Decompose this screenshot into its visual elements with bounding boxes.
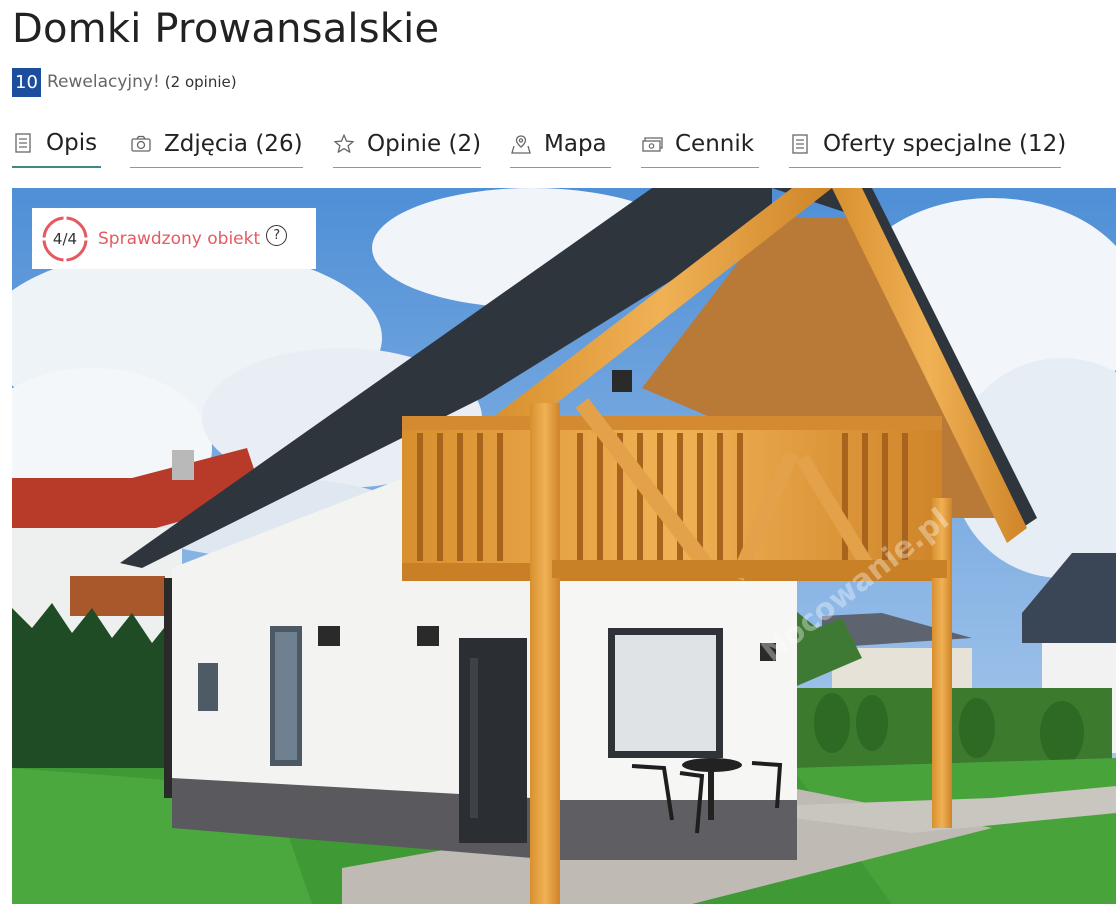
house-photo-image	[12, 188, 1116, 904]
tab-label: Zdjęcia (26)	[164, 130, 303, 157]
tab-opis[interactable]: Opis	[12, 120, 101, 168]
rating-score-badge: 10	[12, 67, 41, 97]
money-icon	[641, 133, 663, 155]
rating-summary: 10 Rewelacyjny! (2 opinie)	[12, 67, 237, 97]
tab-opinie[interactable]: Opinie (2)	[333, 120, 481, 168]
tab-label: Opis	[46, 130, 98, 156]
verification-progress-ring: 4/4	[40, 214, 90, 264]
page-title: Domki Prowansalskie	[12, 6, 440, 52]
tab-label: Mapa	[544, 130, 607, 157]
map-pin-icon	[510, 133, 532, 155]
main-photo[interactable]: Nocowanie.pl 4/4 Sprawdzony obiekt ?	[12, 188, 1116, 904]
star-icon	[333, 133, 355, 155]
tab-label: Cennik	[675, 130, 755, 157]
verified-label: Sprawdzony obiekt	[98, 228, 261, 249]
rating-label: Rewelacyjny!	[47, 72, 160, 92]
listing-tabs: Opis Zdjęcia (26) Opinie (2) Mapa Cennik…	[12, 120, 1116, 170]
tab-mapa[interactable]: Mapa	[510, 120, 611, 168]
document-icon	[12, 132, 34, 154]
tab-label: Opinie (2)	[367, 130, 482, 157]
document-icon	[789, 133, 811, 155]
verified-property-badge[interactable]: 4/4 Sprawdzony obiekt ?	[32, 208, 316, 269]
tab-label: Oferty specjalne (12)	[823, 130, 1067, 157]
help-icon[interactable]: ?	[266, 225, 288, 246]
reviews-count-link[interactable]: (2 opinie)	[165, 73, 237, 91]
tab-zdjecia[interactable]: Zdjęcia (26)	[130, 120, 303, 168]
verification-progress-text: 4/4	[52, 229, 78, 248]
tab-cennik[interactable]: Cennik	[641, 120, 759, 168]
tab-oferty-specjalne[interactable]: Oferty specjalne (12)	[789, 120, 1066, 168]
camera-icon	[130, 133, 152, 155]
